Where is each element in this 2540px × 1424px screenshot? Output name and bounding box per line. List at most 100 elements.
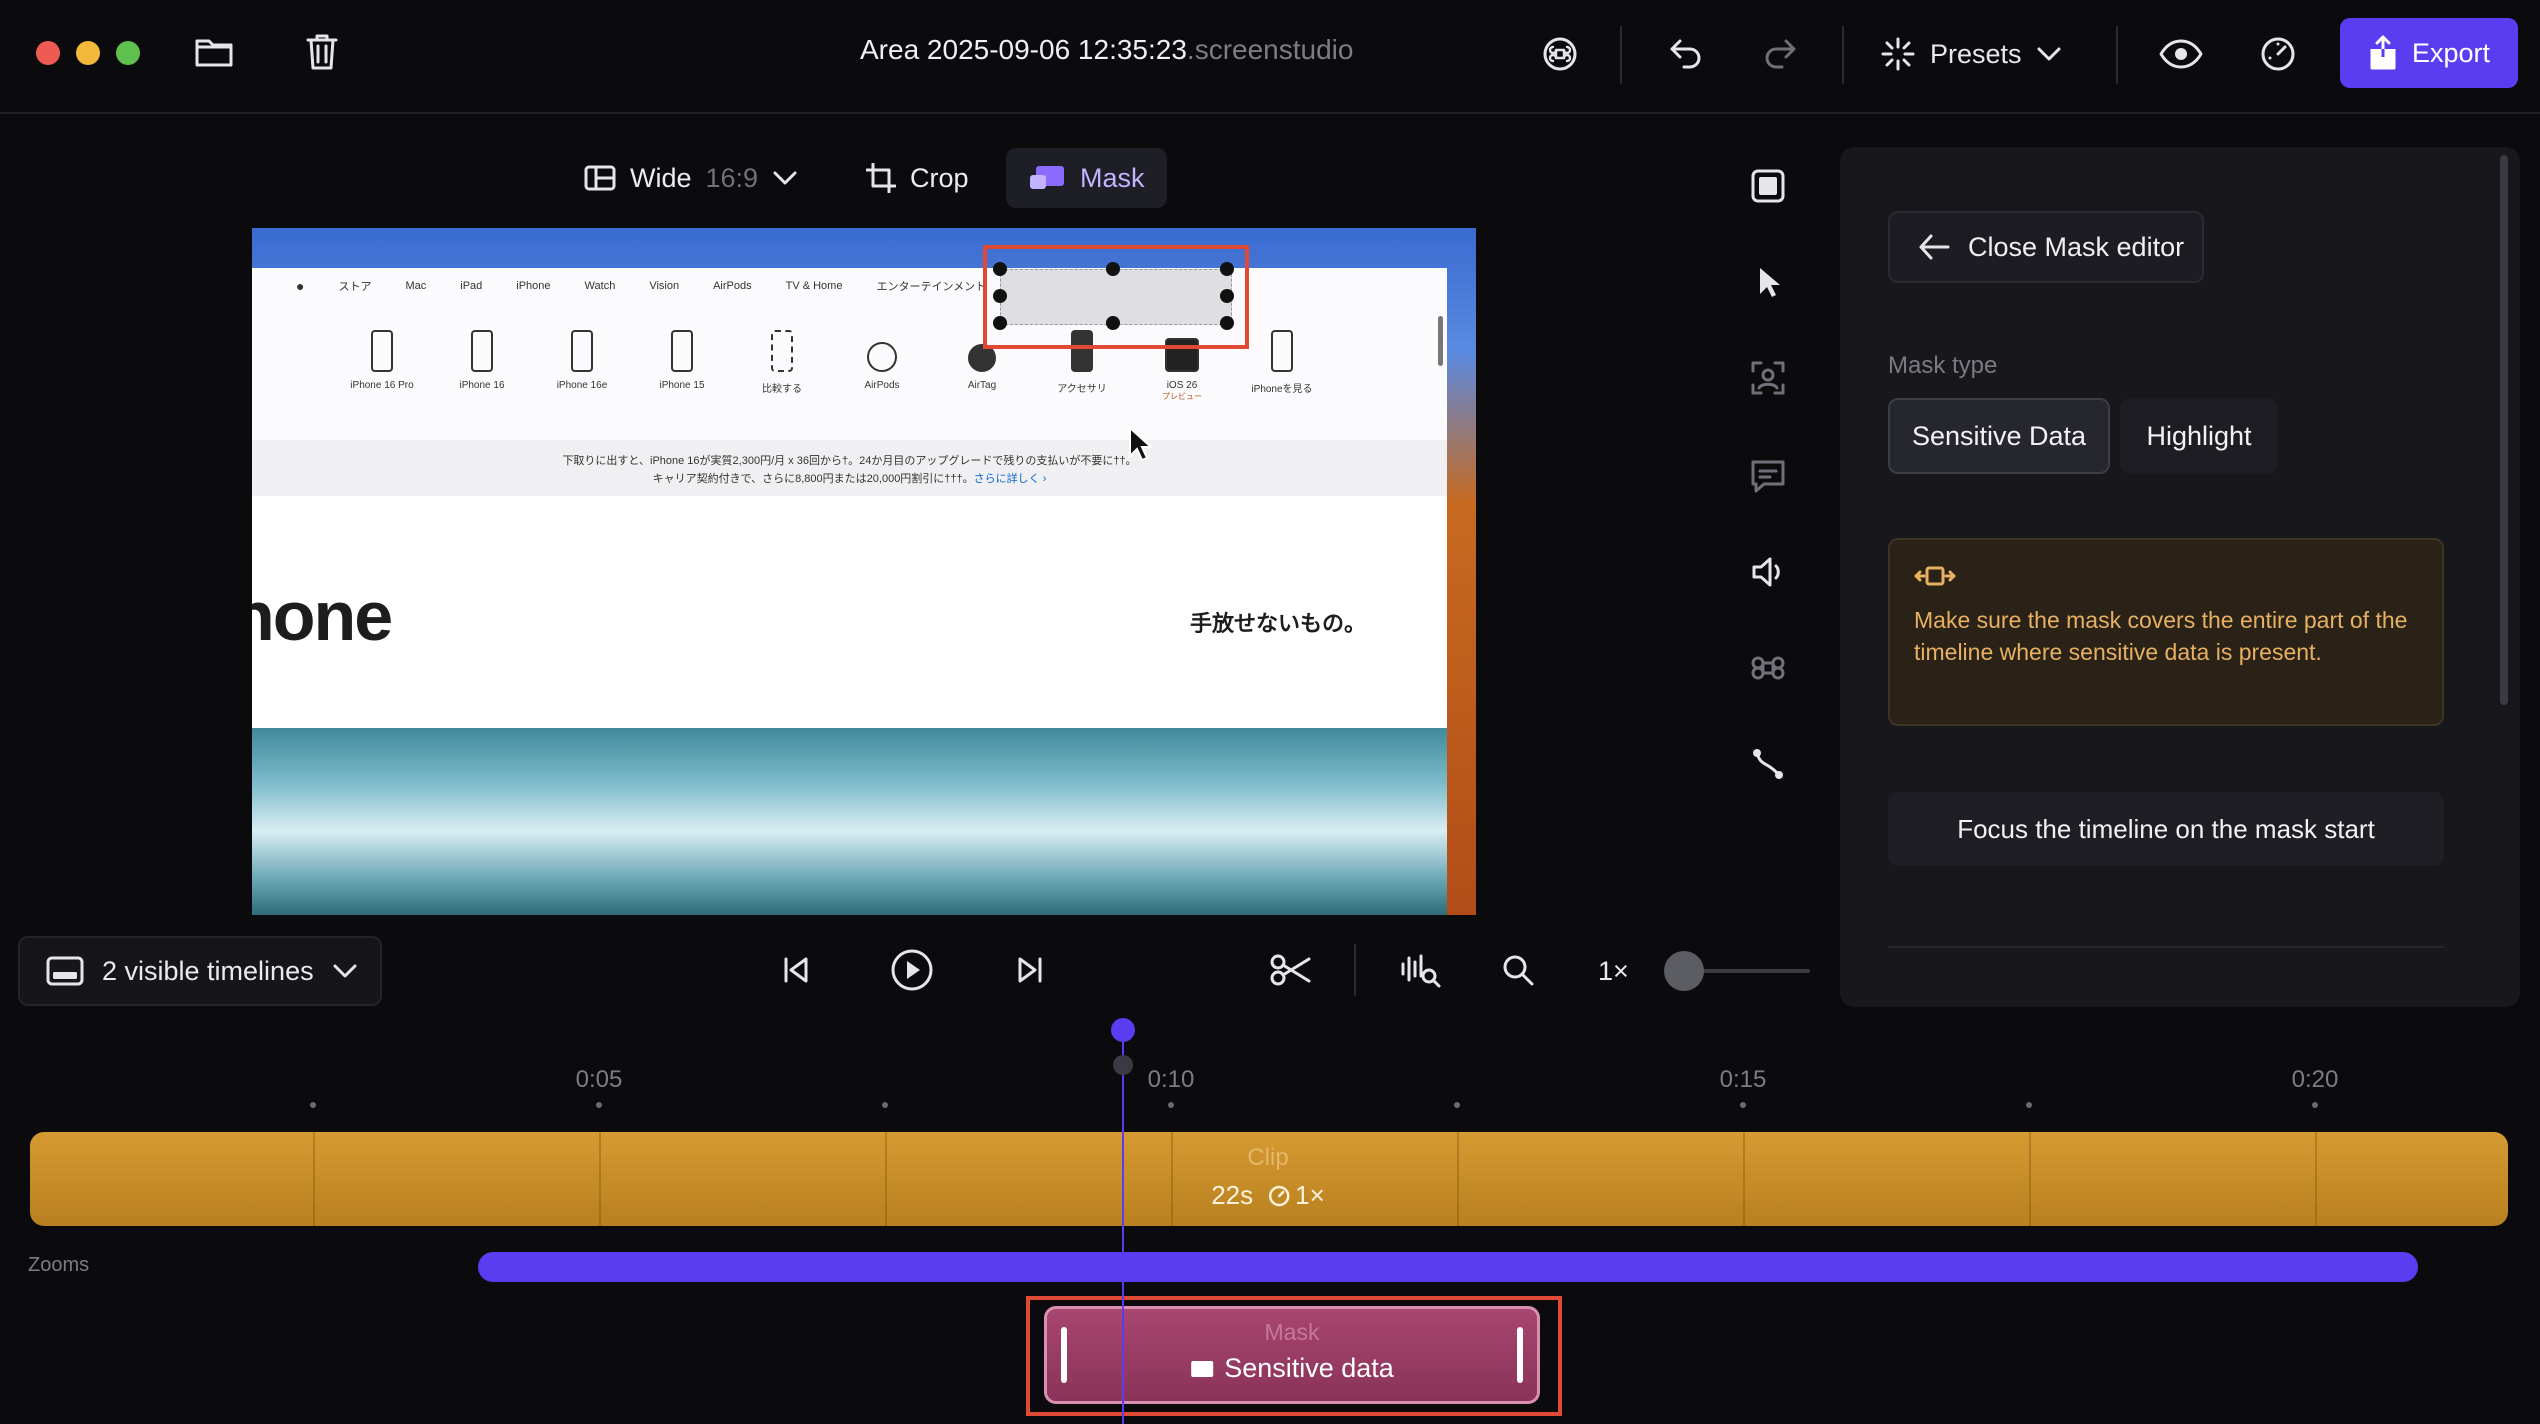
export-button[interactable]: Export xyxy=(2340,18,2518,88)
nav-item: iPad xyxy=(460,280,483,292)
aspect-ratio-dropdown[interactable]: Wide 16:9 xyxy=(584,148,798,208)
skip-back-button[interactable] xyxy=(776,950,816,990)
airpods-icon xyxy=(867,342,897,372)
chevron-down-icon xyxy=(2037,47,2061,61)
mask-clip-type: Sensitive data xyxy=(1190,1353,1394,1384)
shortcuts-button[interactable] xyxy=(1538,32,1582,76)
resize-handle[interactable] xyxy=(993,316,1007,330)
clip-name: Clip xyxy=(1247,1144,1289,1171)
open-folder-button[interactable] xyxy=(192,32,236,72)
redo-button[interactable] xyxy=(1758,32,1802,76)
minimize-window-button[interactable] xyxy=(76,41,100,65)
video-preview[interactable]: ● ストア Mac iPad iPhone Watch Vision AirPo… xyxy=(252,228,1476,915)
trash-icon xyxy=(306,34,338,70)
chevron-down-icon xyxy=(333,964,357,978)
skip-forward-icon xyxy=(1018,957,1042,983)
visible-timelines-dropdown[interactable]: 2 visible timelines xyxy=(18,936,382,1006)
focus-timeline-button[interactable]: Focus the timeline on the mask start xyxy=(1888,792,2444,866)
playhead-marker xyxy=(1113,1055,1133,1075)
scissors-icon xyxy=(1270,954,1311,986)
performance-button[interactable] xyxy=(2256,32,2300,76)
mask-type-highlight[interactable]: Highlight xyxy=(2120,398,2278,474)
clip-frame-divider xyxy=(1457,1132,1459,1226)
preview-button[interactable] xyxy=(2158,32,2204,76)
compare-icon xyxy=(771,330,793,372)
play-button[interactable] xyxy=(890,948,934,992)
audio-tool-button[interactable] xyxy=(1748,552,1788,592)
frame-icon xyxy=(1751,169,1785,203)
face-frame-icon xyxy=(1751,361,1785,395)
resize-handle[interactable] xyxy=(1220,262,1234,276)
phone-icon xyxy=(371,330,393,372)
tick-dot xyxy=(2312,1102,2318,1108)
presets-dropdown[interactable]: Presets xyxy=(1880,24,2062,84)
tick-dot xyxy=(310,1102,316,1108)
mask-trim-handle-right[interactable] xyxy=(1517,1327,1523,1383)
pointer-icon xyxy=(1760,268,1780,297)
camera-tool-button[interactable] xyxy=(1748,358,1788,398)
mask-clip-label: Sensitive data xyxy=(1224,1353,1394,1383)
undo-button[interactable] xyxy=(1664,32,1708,76)
command-icon xyxy=(1751,656,1785,680)
background-tool-button[interactable] xyxy=(1748,166,1788,206)
mask-icon xyxy=(1030,166,1064,189)
close-mask-editor-button[interactable]: Close Mask editor xyxy=(1888,211,2204,283)
playhead[interactable] xyxy=(1122,1030,1124,1424)
clip-frame-divider xyxy=(599,1132,601,1226)
gauge-icon xyxy=(2261,37,2295,71)
mask-clip[interactable]: Mask Sensitive data xyxy=(1044,1306,1540,1404)
clip-speed: 1× xyxy=(1295,1180,1325,1210)
mask-type-sensitive-data[interactable]: Sensitive Data xyxy=(1888,398,2110,474)
nav-item: iPhone xyxy=(516,280,551,292)
tick-dot xyxy=(882,1102,888,1108)
resize-handle[interactable] xyxy=(1220,316,1234,330)
time-tick-label: 0:15 xyxy=(1719,1066,1767,1093)
hero-section: hone 手放せないもの。 xyxy=(252,496,1447,728)
toolbar-divider xyxy=(1620,26,1622,84)
clip-track[interactable]: Clip 22s 1× xyxy=(30,1132,2508,1226)
keyboard-tool-button[interactable] xyxy=(1748,648,1788,688)
visible-timelines-label: 2 visible timelines xyxy=(102,955,314,986)
transitions-tool-button[interactable] xyxy=(1748,744,1788,784)
mask-region-selection[interactable] xyxy=(983,245,1249,349)
playhead-handle[interactable] xyxy=(1111,1018,1135,1042)
resize-handle[interactable] xyxy=(993,262,1007,276)
nav-item: AirPods xyxy=(713,280,752,292)
clip-duration: 22s xyxy=(1211,1180,1254,1210)
title-text: Area 2025-09-06 12:35:23 xyxy=(860,34,1187,65)
crop-button[interactable]: Crop xyxy=(866,148,969,208)
resize-handle[interactable] xyxy=(1106,316,1120,330)
warning-text: Make sure the mask covers the entire par… xyxy=(1914,607,2408,665)
share-icon xyxy=(2370,35,2396,70)
playback-divider xyxy=(1354,944,1356,996)
split-clip-button[interactable] xyxy=(1268,950,1314,990)
aspect-label: Wide xyxy=(630,162,692,193)
zoom-segment[interactable] xyxy=(478,1252,2418,1282)
mask-button[interactable]: Mask xyxy=(1006,148,1167,208)
phone-icon xyxy=(671,330,693,372)
delete-button[interactable] xyxy=(300,30,344,74)
captions-tool-button[interactable] xyxy=(1748,456,1788,496)
chat-bubble-icon xyxy=(1751,460,1785,493)
zoom-window-button[interactable] xyxy=(116,41,140,65)
panel-divider xyxy=(1888,946,2444,948)
clip-info: 22s 1× xyxy=(1211,1180,1325,1211)
panel-scrollbar[interactable] xyxy=(2500,155,2508,705)
nav-item: Vision xyxy=(649,280,680,292)
tick-dot xyxy=(2026,1102,2032,1108)
close-window-button[interactable] xyxy=(36,41,60,65)
slider-knob[interactable] xyxy=(1664,951,1704,991)
clip-frame-divider xyxy=(1171,1132,1173,1226)
mask-label: Mask xyxy=(1080,162,1145,193)
skip-forward-button[interactable] xyxy=(1010,950,1050,990)
resize-handle[interactable] xyxy=(993,289,1007,303)
zoom-timeline-button[interactable] xyxy=(1498,950,1538,990)
clip-frame-divider xyxy=(2029,1132,2031,1226)
phone-icon xyxy=(471,330,493,372)
playback-speed[interactable]: 1× xyxy=(1598,956,1629,987)
mask-trim-handle-left[interactable] xyxy=(1061,1327,1067,1383)
cursor-tool-button[interactable] xyxy=(1748,262,1788,302)
audio-search-button[interactable] xyxy=(1398,950,1444,990)
resize-handle[interactable] xyxy=(1106,262,1120,276)
resize-handle[interactable] xyxy=(1220,289,1234,303)
